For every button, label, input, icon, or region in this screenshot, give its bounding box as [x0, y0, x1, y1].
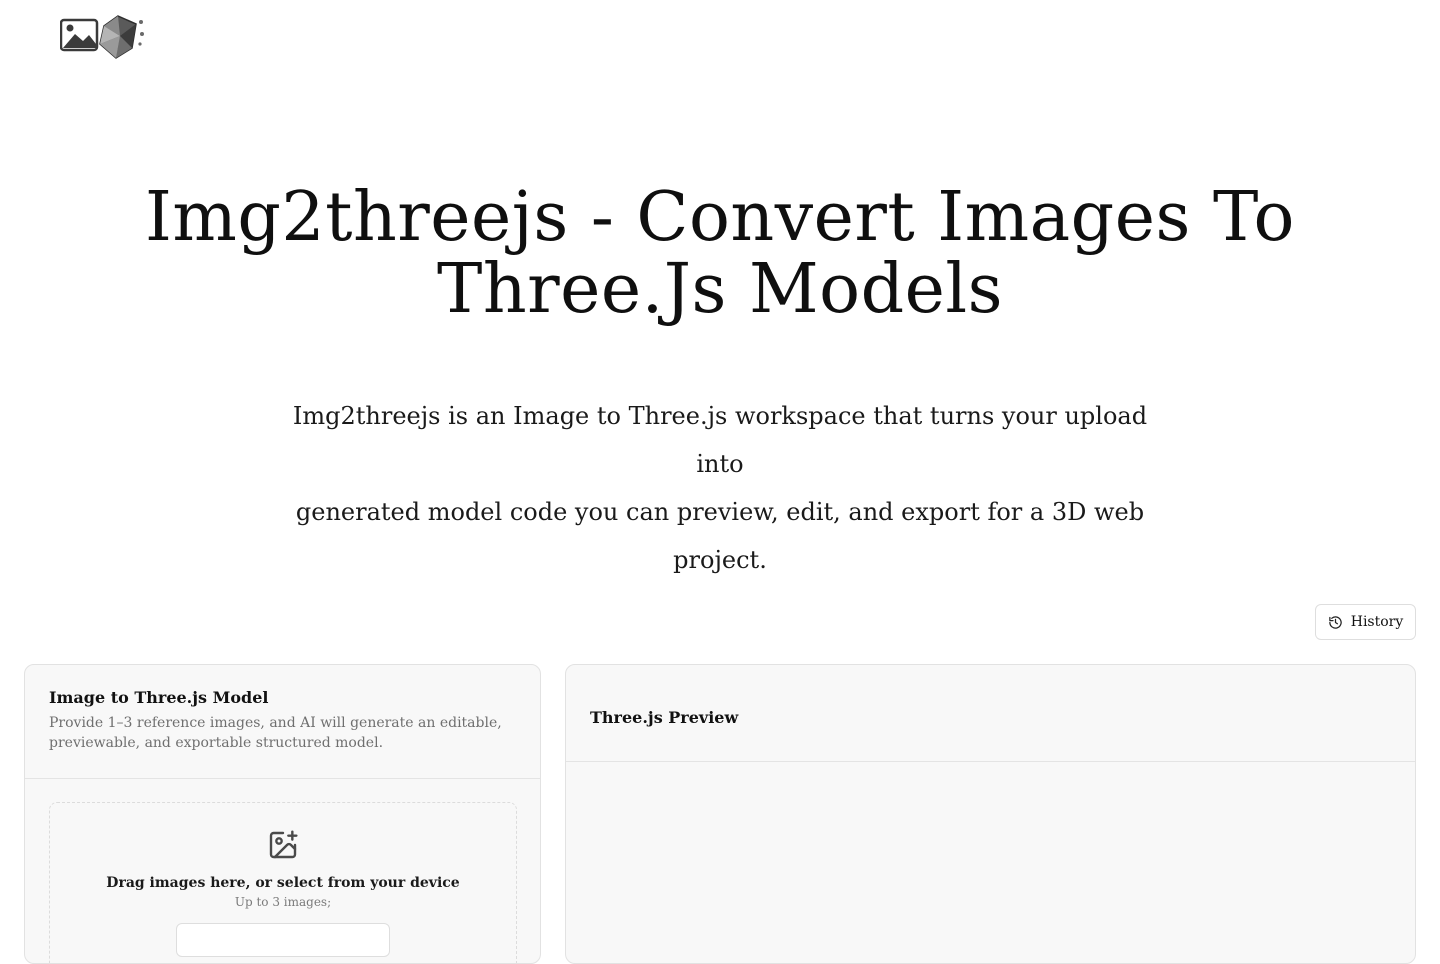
image-to-model-panel: Image to Three.js Model Provide 1–3 refe…	[24, 664, 541, 964]
image-dropzone[interactable]: Drag images here, or select from your de…	[49, 802, 517, 963]
dropzone-text: Drag images here, or select from your de…	[106, 875, 460, 891]
threejs-preview-title: Three.js Preview	[590, 708, 739, 727]
page-title-line-1: Img2threejs - Convert Images To	[145, 178, 1295, 257]
threejs-preview-panel: Three.js Preview	[565, 664, 1416, 964]
page-title-line-2: Three.Js Models	[436, 250, 1003, 329]
image-to-model-panel-header: Image to Three.js Model Provide 1–3 refe…	[25, 665, 540, 779]
page-subtitle-line-2: generated model code you can preview, ed…	[295, 498, 1145, 574]
site-logo[interactable]	[60, 14, 146, 60]
history-button[interactable]: History	[1315, 604, 1416, 640]
image-to-model-description: Provide 1–3 reference images, and AI wil…	[49, 715, 502, 751]
history-icon	[1328, 615, 1342, 629]
page-subtitle: Img2threejs is an Image to Three.js work…	[270, 392, 1170, 584]
select-files-button[interactable]	[176, 923, 390, 957]
page-subtitle-line-1: Img2threejs is an Image to Three.js work…	[292, 402, 1148, 478]
image-to-model-title: Image to Three.js Model	[49, 688, 269, 707]
page-title: Img2threejs - Convert Images To Three.Js…	[120, 182, 1320, 326]
dropzone-hint: Up to 3 images;	[234, 895, 332, 909]
threejs-preview-header: Three.js Preview	[566, 665, 1415, 762]
history-button-label: History	[1350, 614, 1404, 630]
image-to-3d-logo-icon	[60, 15, 144, 59]
threejs-preview-canvas[interactable]	[566, 762, 1415, 962]
image-plus-icon	[269, 830, 298, 859]
